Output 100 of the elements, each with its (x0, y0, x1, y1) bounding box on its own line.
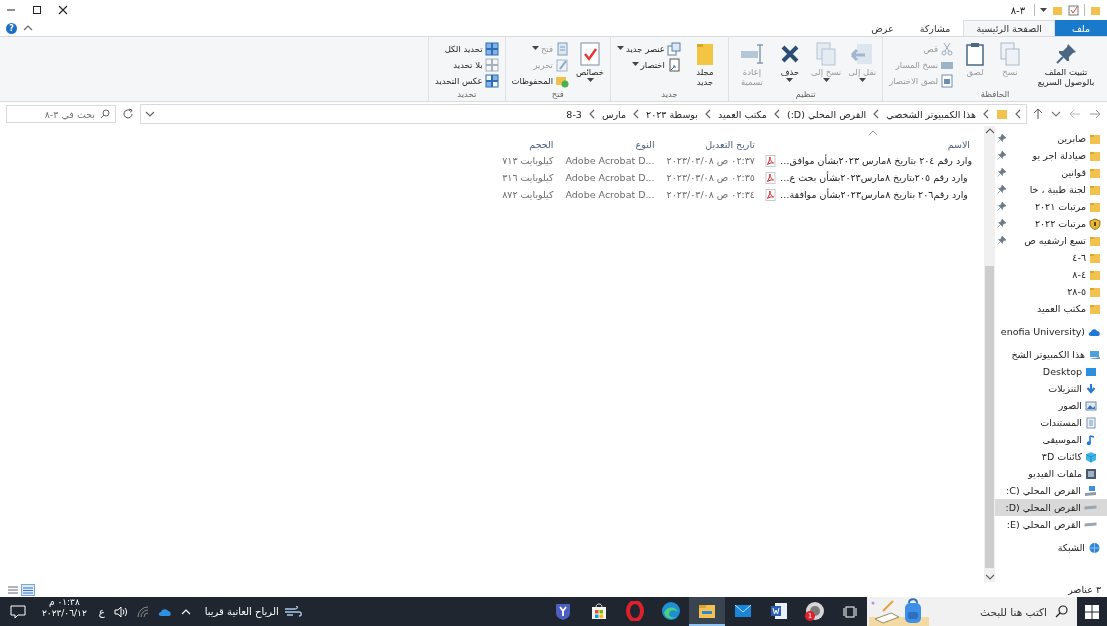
scrollbar[interactable] (984, 126, 995, 582)
weather-widget[interactable]: الرياح العاتية قريبا (196, 597, 310, 626)
column-header[interactable]: الحجم (489, 130, 560, 152)
ribbon-tab[interactable]: ملف (1054, 20, 1107, 36)
maximize-icon[interactable] (32, 5, 42, 15)
ring-app-icon[interactable] (625, 600, 645, 621)
breadcrumb-item[interactable]: مارس (601, 108, 627, 120)
file-name[interactable]: وارد رقم ٢٠٥بتاريخ ٨مارس٢٠٢٣بشأن بحث ع… (761, 169, 976, 186)
ribbon-button[interactable]: خصائص (574, 39, 606, 84)
breadcrumb-item[interactable]: 8-3 (566, 108, 582, 120)
start-icon[interactable] (1085, 604, 1099, 619)
column-header[interactable]: تاريخ التعديل (660, 130, 761, 152)
shortcut-icon (666, 57, 681, 72)
folder-icon (1089, 268, 1101, 281)
scroll-up-icon[interactable] (984, 126, 995, 136)
nav-item[interactable]: كائنات ٣D (995, 448, 1107, 465)
group-label: الحافظة (979, 89, 1011, 101)
clock[interactable]: ٠١:٣٨ م ٢٠٢٣/٠٦/١٢ (36, 597, 93, 626)
ribbon-tab[interactable]: مشاركة (906, 20, 964, 36)
search-field[interactable]: بحث في ٣-٨ (6, 105, 116, 123)
breadcrumb-item[interactable]: بوسطة ٢٠٢٣ (646, 108, 698, 120)
search-icon (1055, 605, 1068, 618)
ribbon-button[interactable]: المحفوظات (509, 73, 571, 88)
breadcrumb-item[interactable]: القرص المحلي (D:) (786, 108, 867, 120)
ribbon-button[interactable]: اختصار (615, 57, 683, 72)
nav-item[interactable]: تسع ارشفيه ص (995, 232, 1107, 249)
ribbon-tab[interactable]: الصفحة الرئيسية (963, 20, 1055, 36)
nav-item[interactable]: التنزيلات (995, 380, 1107, 397)
breadcrumb-item[interactable]: هذا الكمبيوتر الشخصي (886, 108, 976, 120)
nav-item[interactable]: القرص المحلي (C: (995, 482, 1107, 499)
chevron-icon (772, 109, 781, 119)
cube-icon (1085, 450, 1097, 463)
column-header[interactable]: النوع (559, 130, 661, 152)
shopping-bag-icon[interactable] (589, 600, 609, 621)
up-icon[interactable] (1033, 108, 1043, 120)
nav-item[interactable]: الموسيقى (995, 431, 1107, 448)
folder-icon (1089, 234, 1101, 247)
back-icon[interactable] (1089, 109, 1101, 119)
nav-item[interactable]: القرص المحلي (E: (995, 516, 1107, 533)
folder-icon (996, 108, 1008, 120)
new-item-icon (666, 41, 681, 56)
nav-item[interactable]: ٦-٤ (995, 249, 1107, 266)
recent-icon[interactable] (1051, 109, 1061, 119)
wave-app-icon[interactable] (661, 600, 681, 621)
nav-item[interactable]: ملفات الفيديو (995, 465, 1107, 482)
desktop-icon (1085, 365, 1097, 378)
network-icon (1088, 541, 1101, 554)
scroll-thumb[interactable] (985, 266, 994, 568)
refresh-icon[interactable] (122, 108, 134, 120)
nav-item[interactable]: الصور (995, 397, 1107, 414)
size-cell-text: كيلوبايت ٨٧٢ (501, 188, 555, 202)
ribbon-button[interactable]: تثبيت الملف بالوصول السريع (1029, 39, 1103, 89)
cloud-icon[interactable] (157, 606, 172, 617)
nav-item[interactable]: لجنة طبية ، خا (995, 181, 1107, 198)
nav-item[interactable]: الشبكة (995, 539, 1107, 556)
scroll-down-icon[interactable] (984, 572, 995, 582)
speaker-icon[interactable] (113, 605, 128, 618)
ribbon-tab[interactable]: عرض (858, 20, 907, 36)
nav-item[interactable]: ٤-٨ (995, 266, 1107, 283)
nav-item[interactable]: Desktop (995, 363, 1107, 380)
ribbon-button[interactable]: عكس التحديد (433, 73, 501, 88)
folder-icon (1089, 285, 1101, 298)
group-label: تنظيم (794, 89, 817, 101)
nav-item[interactable]: هذا الكمبيوتر الشخ (995, 346, 1107, 363)
nav-item[interactable]: ٥-٢٨ (995, 283, 1107, 300)
date-cell-text: ٠٢:٣٤ ص ٢٠٢٣/٠٣/٠٨ (665, 188, 756, 202)
file-name[interactable]: وارد رقم ٢٠٤ بتاريخ ٨مارس ٢٠٢٣بشأن موافق… (761, 152, 976, 169)
nav-item[interactable]: مرتبات ٢٠٢٢ (995, 215, 1107, 232)
nav-item[interactable]: المستندات (995, 414, 1107, 431)
ribbon-button[interactable]: عنصر جديد (615, 41, 683, 56)
help-button[interactable]: ? (6, 22, 17, 34)
ribbon-button[interactable]: مجلد جديد (685, 39, 724, 89)
dropdown-icon[interactable] (145, 109, 155, 119)
close-icon[interactable] (58, 5, 68, 15)
file-name[interactable]: وارد رقم٢٠٦ بتاريخ ٨مارس٢٠٢٣بشأن موافقة… (761, 186, 976, 203)
task-view-icon[interactable] (843, 604, 857, 619)
column-header[interactable]: الاسم (761, 130, 976, 152)
nav-item[interactable]: صابرين (995, 130, 1107, 147)
wifi-icon[interactable] (136, 605, 149, 618)
nav-item[interactable]: مرتبات ٢٠٢١ (995, 198, 1107, 215)
ribbon-button[interactable]: حذف (773, 39, 806, 84)
type-cell-text: Adobe Acrobat D... (564, 188, 656, 202)
document-icon (1085, 416, 1097, 429)
language-indicator[interactable]: ع (98, 606, 105, 617)
checkmark-icon[interactable] (1068, 4, 1079, 16)
ribbon-button[interactable]: بلا تحديد (433, 57, 501, 72)
document-app-icon[interactable] (769, 600, 789, 621)
breadcrumb-item[interactable]: مكتب العميد (717, 108, 767, 120)
nav-item[interactable]: صيادلة اجر يو (995, 147, 1107, 164)
notification-icon[interactable] (10, 604, 26, 619)
nav-item[interactable]: قوانين (995, 164, 1107, 181)
music-note-icon (1085, 433, 1097, 446)
chevron-icon (982, 109, 990, 119)
nav-item[interactable]: مكتب العميد (995, 300, 1107, 317)
collapse-icon[interactable] (23, 23, 33, 33)
nav-item[interactable]: enofia University) (995, 323, 1107, 340)
caret-icon[interactable] (1040, 7, 1047, 13)
details-view-icon[interactable] (21, 583, 35, 596)
nav-item[interactable]: القرص المحلي (D: (995, 499, 1107, 516)
ribbon-button[interactable]: تحديد الكل (433, 41, 501, 56)
